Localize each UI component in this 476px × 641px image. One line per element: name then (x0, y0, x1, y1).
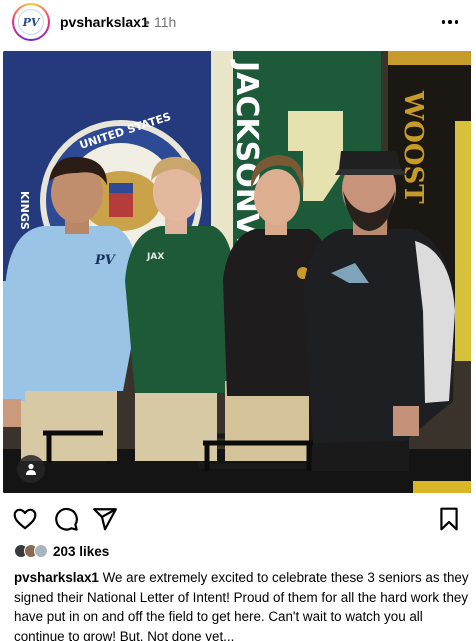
post-photo[interactable]: UNITED STATES KINGS JACKSONVI WOOST PV J… (3, 51, 471, 493)
profile-avatar[interactable]: PV (12, 3, 50, 41)
comment-icon[interactable] (53, 506, 79, 532)
liker-avatar (34, 544, 48, 558)
share-icon[interactable] (92, 506, 118, 532)
action-bar (0, 500, 476, 536)
photo-illustration: UNITED STATES KINGS JACKSONVI WOOST PV J… (3, 51, 471, 493)
like-count[interactable]: 203 likes (53, 544, 109, 559)
shirt-logo-jax: JAX (146, 252, 164, 262)
post-header: PV pvsharkslax1 • 11h (0, 0, 476, 46)
post-caption: pvsharkslax1 We are extremely excited to… (14, 568, 470, 641)
likes-row[interactable]: 203 likes (14, 542, 109, 560)
user-tag-icon[interactable] (17, 455, 45, 483)
post-timestamp[interactable]: 11h (154, 14, 176, 30)
flag-side-text: KINGS (18, 191, 31, 230)
shirt-logo-pv: PV (94, 253, 117, 268)
heart-icon[interactable] (12, 506, 38, 532)
banner-jacksonville-text: JACKSONVI (229, 59, 264, 247)
separator-dot: • (145, 14, 150, 30)
post-username[interactable]: pvsharkslax1 (60, 14, 149, 30)
bookmark-icon[interactable] (436, 506, 462, 532)
avatar-logo: PV (18, 9, 44, 35)
banner-wooster-text: WOOST (398, 90, 428, 204)
more-options-icon[interactable] (436, 12, 464, 32)
caption-username[interactable]: pvsharkslax1 (14, 570, 99, 585)
